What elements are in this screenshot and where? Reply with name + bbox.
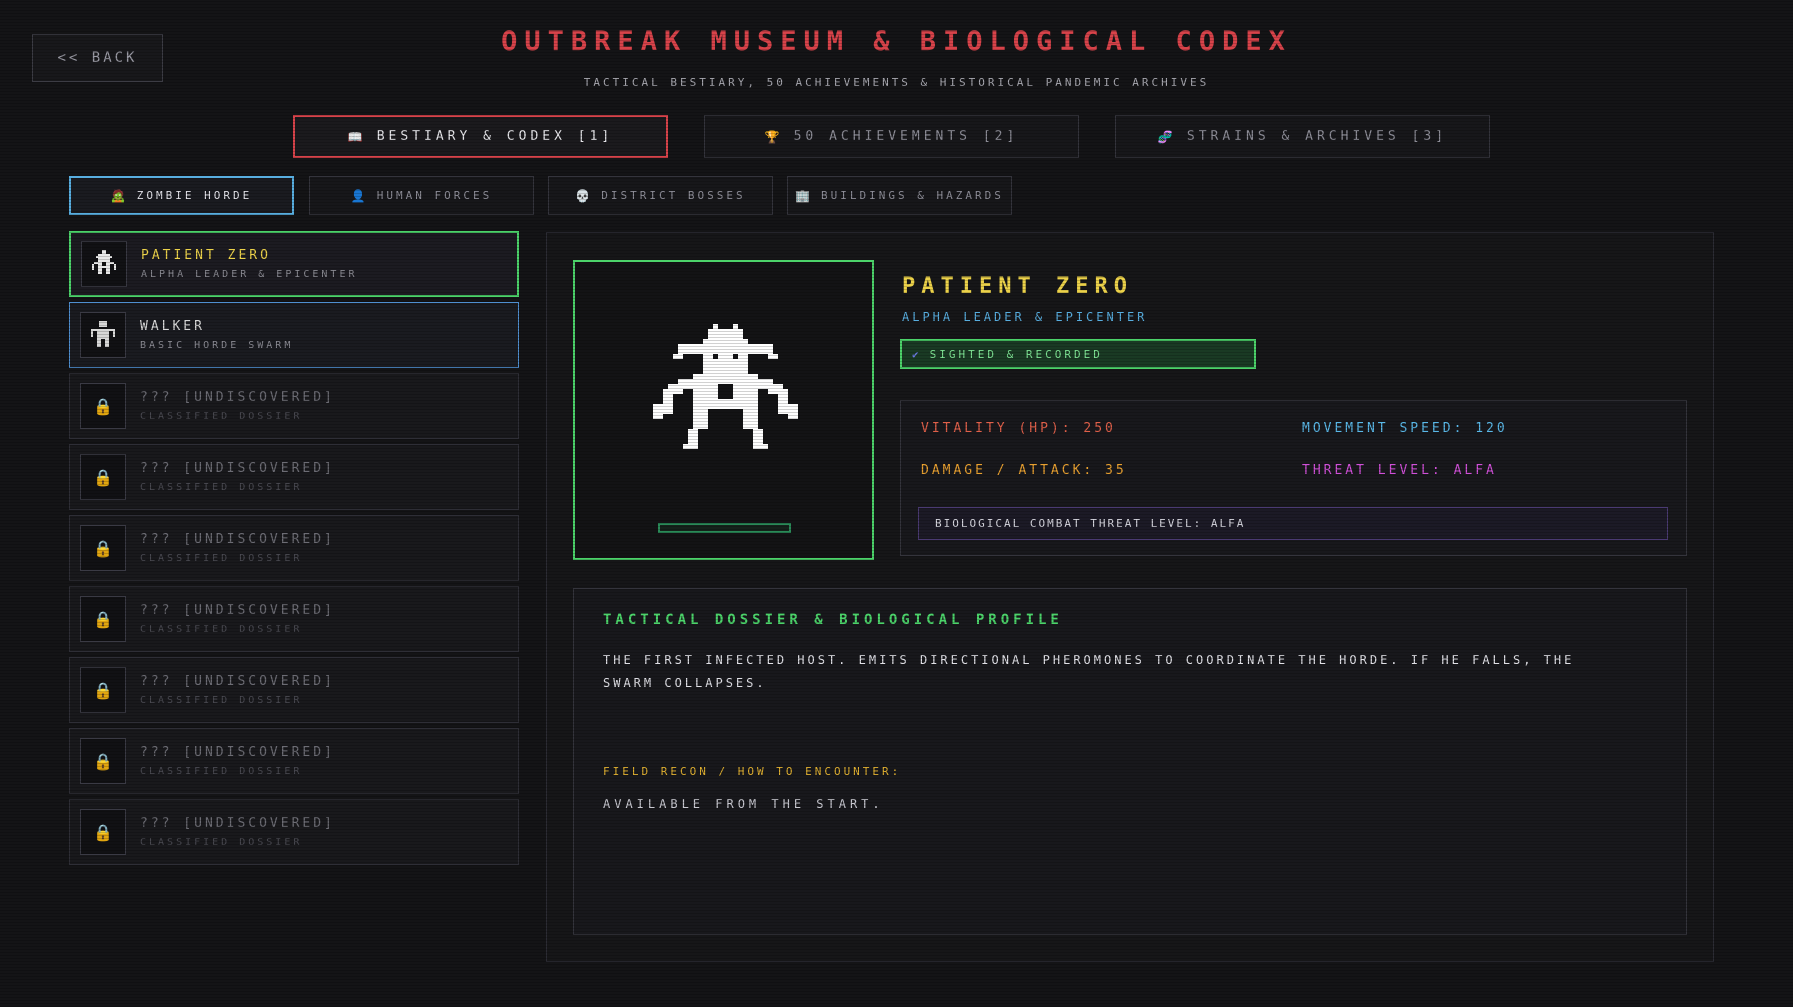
entry-subtitle: CLASSIFIED DOSSIER — [140, 482, 303, 493]
tab-label: STRAINS & ARCHIVES [3] — [1186, 129, 1448, 144]
lock-icon: 🔒 — [80, 454, 126, 500]
tab-strains[interactable]: 🧬 STRAINS & ARCHIVES [3] — [1115, 115, 1490, 158]
building-icon: 🏢 — [795, 188, 814, 203]
lock-icon: 🔒 — [80, 383, 126, 429]
status-badge: ✔ SIGHTED & RECORDED — [900, 339, 1256, 369]
list-item[interactable]: PATIENT ZERO ALPHA LEADER & EPICENTER — [69, 231, 519, 297]
portrait-health-bar — [658, 523, 791, 533]
list-item[interactable]: 🔒 ??? [UNDISCOVERED] CLASSIFIED DOSSIER — [69, 444, 519, 510]
stat-threat: THREAT LEVEL: ALFA — [1302, 463, 1497, 478]
dossier-panel: TACTICAL DOSSIER & BIOLOGICAL PROFILE TH… — [573, 588, 1687, 935]
checkmark-icon: ✔ — [912, 347, 922, 361]
trophy-icon: 🏆 — [764, 129, 784, 144]
book-icon: 📖 — [347, 129, 367, 144]
entry-name: ??? [UNDISCOVERED] — [140, 816, 335, 831]
entry-subtitle: CLASSIFIED DOSSIER — [140, 695, 303, 706]
entry-name: ??? [UNDISCOVERED] — [140, 461, 335, 476]
subtab-label: DISTRICT BOSSES — [601, 189, 746, 202]
subtab-district-bosses[interactable]: 💀 DISTRICT BOSSES — [548, 176, 773, 215]
subtab-buildings-hazards[interactable]: 🏢 BUILDINGS & HAZARDS — [787, 176, 1012, 215]
list-item[interactable]: 🔒 ??? [UNDISCOVERED] CLASSIFIED DOSSIER — [69, 515, 519, 581]
status-label: SIGHTED & RECORDED — [929, 347, 1103, 361]
stat-speed: MOVEMENT SPEED: 120 — [1302, 421, 1508, 436]
creature-role: ALPHA LEADER & EPICENTER — [902, 310, 1148, 324]
patient-zero-sprite-icon — [92, 250, 116, 274]
tab-bestiary[interactable]: 📖 BESTIARY & CODEX [1] — [293, 115, 668, 158]
patient-zero-thumbnail — [81, 241, 127, 287]
entry-name: ??? [UNDISCOVERED] — [140, 603, 335, 618]
walker-thumbnail — [80, 312, 126, 358]
threat-level-bar: BIOLOGICAL COMBAT THREAT LEVEL: ALFA — [918, 507, 1668, 540]
tab-label: 50 ACHIEVEMENTS [2] — [793, 129, 1019, 144]
zombie-icon: 🧟 — [110, 188, 129, 203]
tab-achievements[interactable]: 🏆 50 ACHIEVEMENTS [2] — [704, 115, 1079, 158]
dossier-title: TACTICAL DOSSIER & BIOLOGICAL PROFILE — [603, 612, 1063, 628]
list-item[interactable]: 🔒 ??? [UNDISCOVERED] CLASSIFIED DOSSIER — [69, 799, 519, 865]
list-item[interactable]: 🔒 ??? [UNDISCOVERED] CLASSIFIED DOSSIER — [69, 657, 519, 723]
entry-subtitle: ALPHA LEADER & EPICENTER — [141, 269, 358, 280]
entry-subtitle: CLASSIFIED DOSSIER — [140, 624, 303, 635]
list-item[interactable]: 🔒 ??? [UNDISCOVERED] CLASSIFIED DOSSIER — [69, 586, 519, 652]
lock-icon: 🔒 — [80, 738, 126, 784]
lock-icon: 🔒 — [80, 667, 126, 713]
entry-name: PATIENT ZERO — [141, 248, 271, 263]
entry-name: ??? [UNDISCOVERED] — [140, 674, 335, 689]
creature-portrait — [573, 260, 874, 560]
entry-subtitle: BASIC HORDE SWARM — [140, 340, 294, 351]
creature-name: PATIENT ZERO — [902, 274, 1133, 299]
patient-zero-portrait-icon — [653, 324, 798, 449]
lock-icon: 🔒 — [80, 525, 126, 571]
entry-subtitle: CLASSIFIED DOSSIER — [140, 766, 303, 777]
entry-subtitle: CLASSIFIED DOSSIER — [140, 837, 303, 848]
entry-name: WALKER — [140, 319, 205, 334]
lock-icon: 🔒 — [80, 596, 126, 642]
subtab-label: ZOMBIE HORDE — [136, 189, 253, 202]
page-subtitle: TACTICAL BESTIARY, 50 ACHIEVEMENTS & HIS… — [583, 76, 1210, 89]
recon-label: FIELD RECON / HOW TO ENCOUNTER: — [603, 765, 902, 778]
tab-label: BESTIARY & CODEX [1] — [376, 129, 614, 144]
stat-vitality: VITALITY (HP): 250 — [921, 421, 1116, 436]
entry-subtitle: CLASSIFIED DOSSIER — [140, 411, 303, 422]
list-item[interactable]: 🔒 ??? [UNDISCOVERED] CLASSIFIED DOSSIER — [69, 728, 519, 794]
skull-icon: 💀 — [575, 188, 594, 203]
stat-damage: DAMAGE / ATTACK: 35 — [921, 463, 1127, 478]
lock-icon: 🔒 — [80, 809, 126, 855]
subtab-human-forces[interactable]: 👤 HUMAN FORCES — [309, 176, 534, 215]
subtab-zombie-horde[interactable]: 🧟 ZOMBIE HORDE — [69, 176, 294, 215]
subtab-label: BUILDINGS & HAZARDS — [821, 189, 1004, 202]
dna-icon: 🧬 — [1157, 129, 1177, 144]
bestiary-list: PATIENT ZERO ALPHA LEADER & EPICENTER WA… — [69, 231, 519, 870]
entry-name: ??? [UNDISCOVERED] — [140, 390, 335, 405]
list-item[interactable]: WALKER BASIC HORDE SWARM — [69, 302, 519, 368]
dossier-description: THE FIRST INFECTED HOST. EMITS DIRECTION… — [603, 653, 1575, 690]
entry-name: ??? [UNDISCOVERED] — [140, 532, 335, 547]
subtab-label: HUMAN FORCES — [376, 189, 493, 202]
person-icon: 👤 — [350, 188, 369, 203]
entry-subtitle: CLASSIFIED DOSSIER — [140, 553, 303, 564]
list-item[interactable]: 🔒 ??? [UNDISCOVERED] CLASSIFIED DOSSIER — [69, 373, 519, 439]
entry-name: ??? [UNDISCOVERED] — [140, 745, 335, 760]
page-title: OUTBREAK MUSEUM & BIOLOGICAL CODEX — [501, 26, 1292, 57]
walker-sprite-icon — [91, 321, 115, 347]
recon-text: AVAILABLE FROM THE START. — [603, 797, 884, 811]
